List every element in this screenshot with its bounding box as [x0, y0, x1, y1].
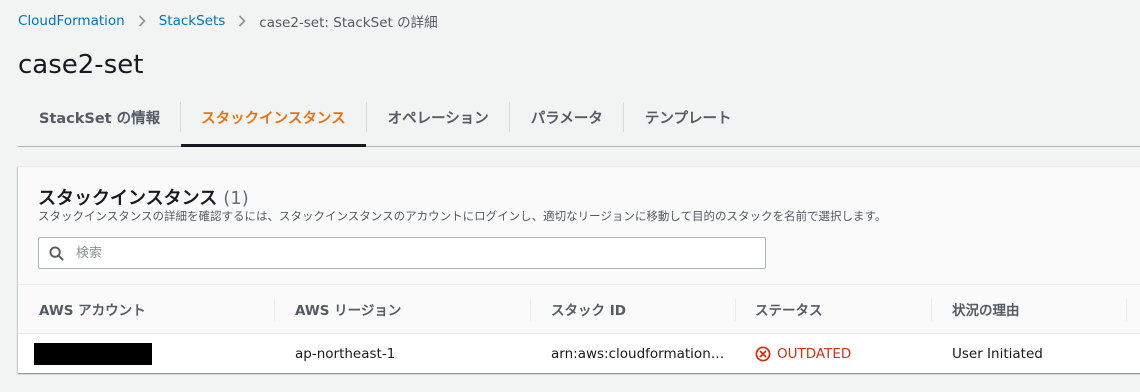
tab-label: オペレーション: [387, 110, 489, 127]
chevron-right-icon: [238, 15, 246, 27]
panel-description: スタックインスタンスの詳細を確認するには、スタックインスタンスのアカウントにログ…: [38, 209, 887, 223]
cell-region: ap-northeast-1: [295, 346, 396, 362]
column-divider: [530, 299, 531, 321]
tab-label: パラメータ: [530, 110, 603, 127]
cell-account: [34, 334, 152, 374]
stack-instances-panel: スタックインスタンス (1) スタックインスタンスの詳細を確認するには、スタックイ…: [18, 166, 1140, 373]
search-icon: [49, 245, 64, 261]
page-title: case2-set: [18, 50, 144, 80]
cell-stack-id: arn:aws:cloudformation…: [551, 346, 725, 362]
tab-stackset-info[interactable]: StackSet の情報: [18, 88, 180, 146]
column-divider: [735, 299, 736, 321]
breadcrumb-cloudformation-link[interactable]: CloudFormation: [18, 13, 125, 29]
panel-title: スタックインスタンス (1): [38, 184, 249, 210]
column-divider: [1126, 299, 1127, 321]
panel-title-text: スタックインスタンス: [38, 188, 218, 209]
stack-instances-table: AWS アカウント AWS リージョン スタック ID ステータス 状況の理由 …: [18, 284, 1140, 374]
column-divider: [274, 299, 275, 321]
tab-operations[interactable]: オペレーション: [367, 88, 509, 146]
cell-status: OUTDATED: [755, 334, 851, 374]
error-circle-icon: [755, 346, 777, 362]
panel-header: スタックインスタンス (1) スタックインスタンスの詳細を確認するには、スタックイ…: [18, 167, 1140, 284]
column-header-stack-id[interactable]: スタック ID: [551, 285, 626, 333]
tab-label: テンプレート: [644, 110, 732, 127]
panel-count: (1): [223, 188, 249, 209]
tab-parameters[interactable]: パラメータ: [510, 88, 623, 146]
breadcrumb-stacksets-link[interactable]: StackSets: [159, 13, 226, 29]
tab-template[interactable]: テンプレート: [624, 88, 752, 146]
search-input[interactable]: [74, 244, 738, 262]
tab-label: StackSet の情報: [39, 110, 161, 127]
breadcrumb: CloudFormation StackSets case2-set: Stac…: [18, 12, 438, 31]
column-header-region[interactable]: AWS リージョン: [295, 285, 401, 333]
column-divider: [931, 299, 932, 321]
cell-status-reason: User Initiated: [952, 346, 1043, 362]
column-header-account[interactable]: AWS アカウント: [39, 285, 146, 333]
tab-label: スタックインスタンス: [201, 110, 346, 127]
tab-bar: StackSet の情報 スタックインスタンス オペレーション パラメータ テン…: [18, 88, 1140, 147]
table-row[interactable]: ap-northeast-1 arn:aws:cloudformation… O…: [18, 334, 1140, 374]
breadcrumb-current: case2-set: StackSet の詳細: [259, 15, 438, 31]
search-field[interactable]: [38, 237, 766, 269]
chevron-right-icon: [138, 15, 146, 27]
column-header-status[interactable]: ステータス: [755, 285, 823, 333]
table-header: AWS アカウント AWS リージョン スタック ID ステータス 状況の理由: [18, 284, 1140, 334]
column-header-status-reason[interactable]: 状況の理由: [952, 285, 1020, 333]
tab-stack-instances[interactable]: スタックインスタンス: [181, 88, 367, 147]
redacted-account-id: [34, 343, 152, 365]
status-text: OUTDATED: [777, 346, 852, 362]
